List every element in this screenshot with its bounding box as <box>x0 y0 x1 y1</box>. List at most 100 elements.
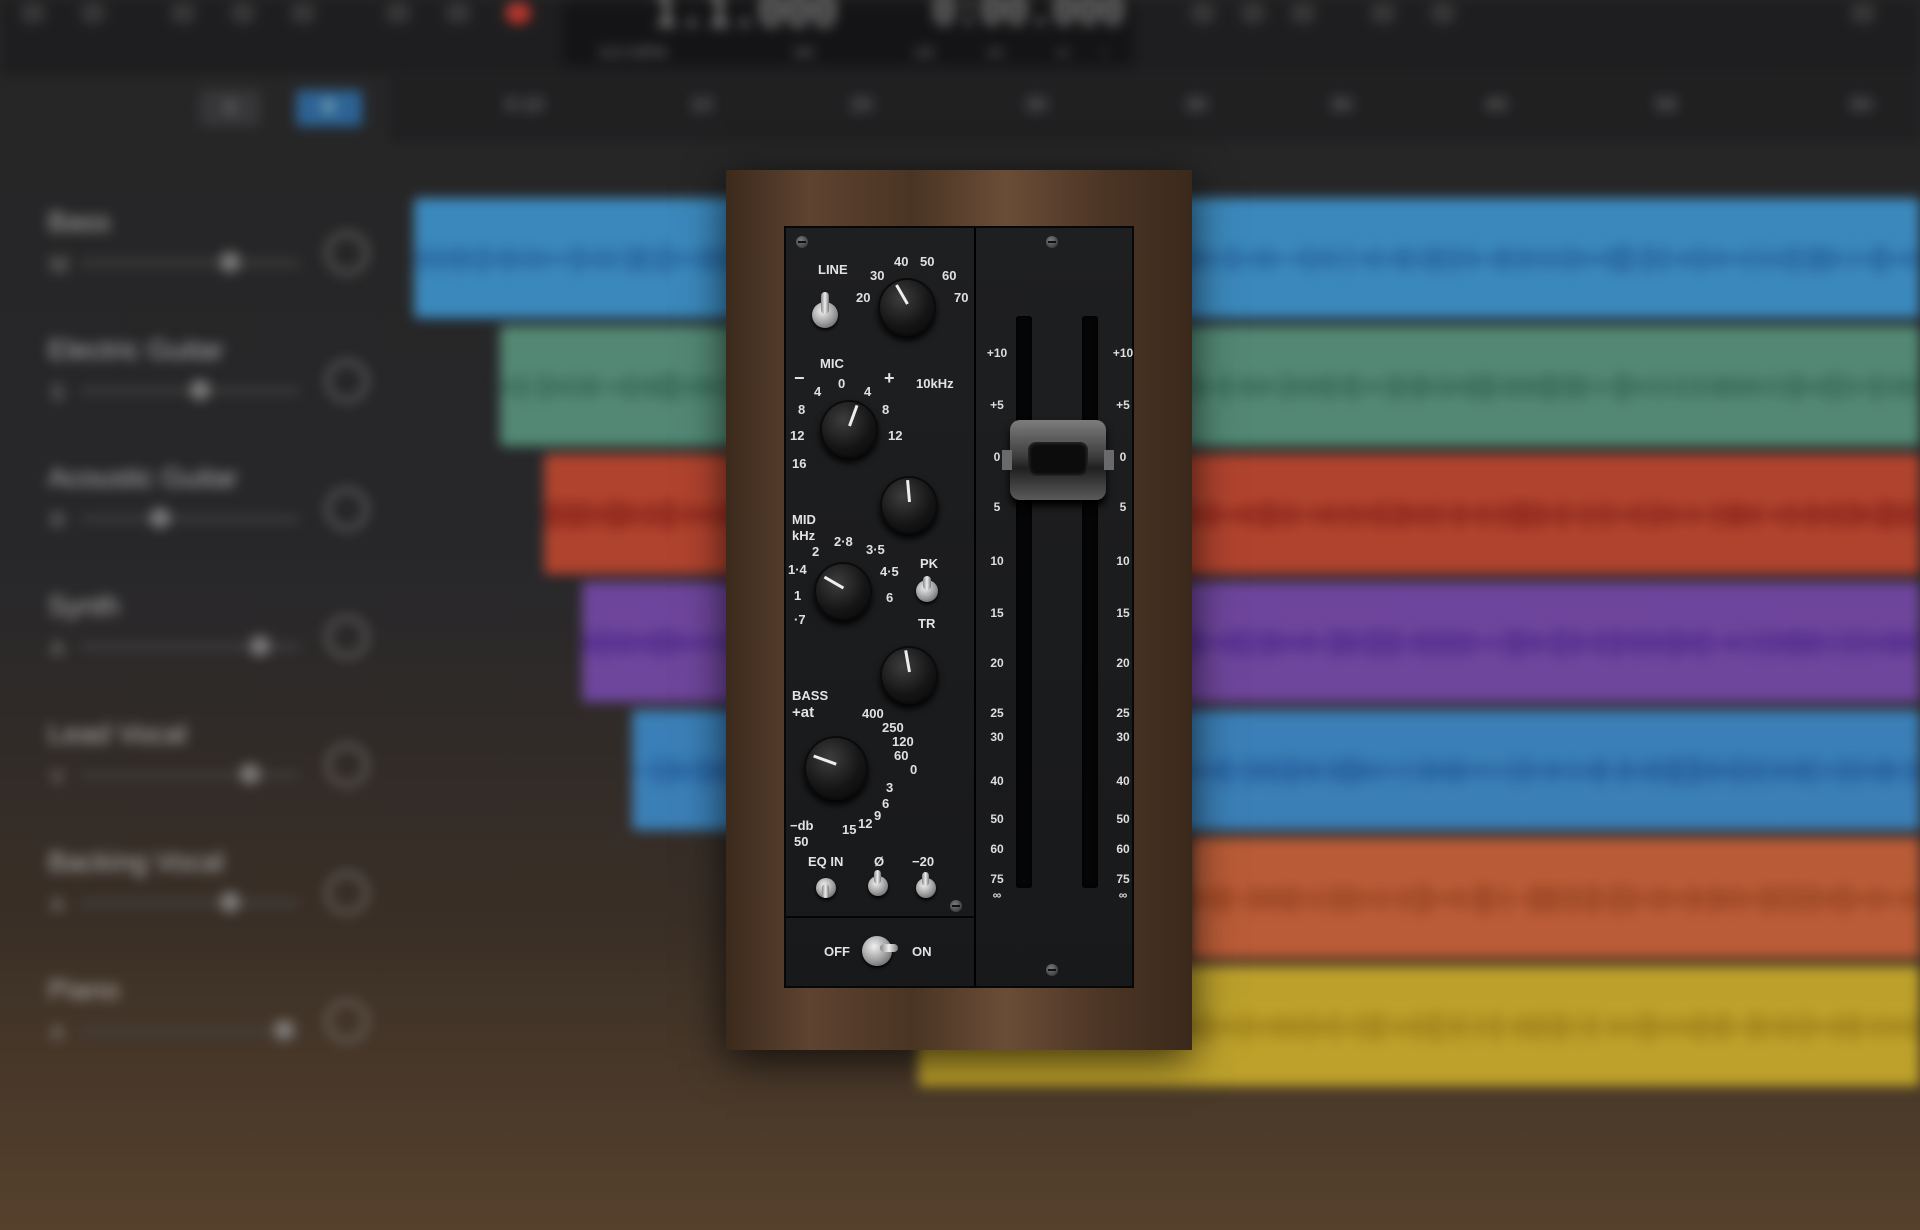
volume-slider[interactable] <box>80 1020 300 1040</box>
power-switch[interactable] <box>862 936 898 966</box>
phase-switch[interactable] <box>868 870 888 896</box>
toolbar-icon-b[interactable] <box>1240 2 1266 24</box>
count-in-icon[interactable] <box>445 2 471 24</box>
eq-plugin-window: LINE MIC 20 30 40 50 60 70 − + 10kHz 16 … <box>726 170 1192 1050</box>
tr-label: TR <box>918 616 936 631</box>
mid-freq-knob[interactable] <box>814 562 872 620</box>
hf-scale-label: 8 <box>882 402 890 417</box>
cycle-icon[interactable] <box>290 2 316 24</box>
r-header-button[interactable]: R <box>296 90 362 126</box>
volume-slider-knob[interactable] <box>220 252 240 272</box>
fader-scale-label: 40 <box>990 774 1004 788</box>
toolbar-icon-c[interactable] <box>1290 2 1316 24</box>
fader-scale-label: +10 <box>986 346 1008 360</box>
minus-label: − <box>794 368 805 388</box>
signature-readout: 4/4 <box>794 44 814 60</box>
toolbar-icon-f[interactable] <box>1850 2 1876 24</box>
track-letter: A <box>50 1020 65 1045</box>
output-fader[interactable] <box>1002 420 1114 500</box>
volume-slider-knob[interactable] <box>250 636 270 656</box>
gain-scale-label: 40 <box>894 254 909 269</box>
volume-slider[interactable] <box>80 508 300 528</box>
pk-tr-switch[interactable] <box>916 576 938 602</box>
ruler-mark: 0:10 <box>505 94 544 116</box>
track-header[interactable]: Synth A <box>0 564 390 692</box>
toolbar-icon-a[interactable] <box>1190 2 1216 24</box>
track-header[interactable]: Electric Guitar S <box>0 308 390 436</box>
track-header[interactable]: Acoustic Guitar R <box>0 436 390 564</box>
pan-knob-icon[interactable] <box>326 488 368 530</box>
rewind-icon[interactable] <box>20 2 46 24</box>
s-header-button[interactable]: S <box>200 90 260 126</box>
gain-scale-label: 30 <box>870 268 885 283</box>
fader-right-tab <box>1104 450 1114 470</box>
volume-slider-knob[interactable] <box>274 1020 294 1040</box>
line-mic-switch[interactable] <box>812 292 838 328</box>
track-header[interactable]: Backing Vocal A <box>0 820 390 948</box>
mid-scale-label: 2 <box>812 544 820 559</box>
track-name: Acoustic Guitar <box>48 462 238 493</box>
track-name: Electric Guitar <box>48 334 224 365</box>
volume-slider[interactable] <box>80 636 300 656</box>
volume-slider[interactable] <box>80 764 300 784</box>
bass-scale-label: 60 <box>894 748 909 763</box>
timeline-ruler[interactable]: 0:10 10 20 30 30 30 40 50 50 <box>390 72 1920 142</box>
pan-knob-icon[interactable] <box>326 360 368 402</box>
mid-gain-knob[interactable] <box>880 646 938 704</box>
lcd-extra-3: ▫ <box>1102 44 1107 60</box>
gain-scale-label: 50 <box>920 254 935 269</box>
bass-label: BASS <box>792 688 829 703</box>
high-freq-knob[interactable] <box>880 476 938 534</box>
track-header[interactable]: Bass M <box>0 180 390 308</box>
track-letter: R <box>50 508 66 533</box>
record-icon[interactable] <box>505 2 531 24</box>
pan-knob-icon[interactable] <box>326 616 368 658</box>
mid-scale-label: 1·4 <box>788 562 807 577</box>
metronome-icon[interactable] <box>385 2 411 24</box>
volume-slider-knob[interactable] <box>220 892 240 912</box>
bass-scale-label: 0 <box>910 762 918 777</box>
audio-region[interactable] <box>500 326 1920 446</box>
pan-knob-icon[interactable] <box>326 1000 368 1042</box>
volume-slider[interactable] <box>80 252 300 272</box>
pan-knob-icon[interactable] <box>326 872 368 914</box>
position-readout: 1.1.000 <box>652 0 838 37</box>
audio-region[interactable] <box>1190 838 1920 958</box>
track-header[interactable]: Piano A <box>0 948 390 1076</box>
volume-slider-knob[interactable] <box>240 764 260 784</box>
toolbar-icon-d[interactable] <box>1370 2 1396 24</box>
track-name: Synth <box>48 590 120 621</box>
volume-slider[interactable] <box>80 380 300 400</box>
pan-knob-icon[interactable] <box>326 232 368 274</box>
high-shelf-knob[interactable] <box>820 400 878 458</box>
ruler-mark: 50 <box>1655 94 1678 116</box>
mid-scale-label: ·7 <box>794 612 806 627</box>
fader-scale-label: 25 <box>1116 706 1130 720</box>
pk-label: PK <box>920 556 939 571</box>
bass-scale-label: 15 <box>842 822 857 837</box>
stop-icon[interactable] <box>170 2 196 24</box>
volume-slider-knob[interactable] <box>190 380 210 400</box>
forward-icon[interactable] <box>80 2 106 24</box>
fader-scale-label: +5 <box>1116 398 1130 412</box>
pan-knob-icon[interactable] <box>326 744 368 786</box>
fader-scale-label: ∞ <box>1118 888 1128 902</box>
fader-scale-label: 60 <box>1116 842 1130 856</box>
volume-slider[interactable] <box>80 892 300 912</box>
fader-scale-label: 5 <box>1119 500 1127 514</box>
screw-icon <box>1046 964 1058 976</box>
lcd-display[interactable]: 1.1.000 0:00.000 112.0 BPM 4/4 1/4 ▪▪▪ ▪… <box>562 0 1134 66</box>
toolbar-icon-e[interactable] <box>1430 2 1456 24</box>
att-label: +at <box>792 704 815 721</box>
lcd-extra-1: ▪▪▪ <box>988 44 1003 60</box>
play-icon[interactable] <box>230 2 256 24</box>
track-header[interactable]: Lead Vocal V <box>0 692 390 820</box>
mic-label: MIC <box>820 356 844 371</box>
minus20-switch[interactable] <box>916 872 936 898</box>
bass-gain-knob[interactable] <box>804 736 868 800</box>
ruler-mark: 30 <box>1185 94 1208 116</box>
fader-scale-label: 20 <box>1116 656 1130 670</box>
input-gain-knob[interactable] <box>878 278 936 336</box>
volume-slider-knob[interactable] <box>150 508 170 528</box>
eq-in-switch[interactable] <box>816 878 836 898</box>
